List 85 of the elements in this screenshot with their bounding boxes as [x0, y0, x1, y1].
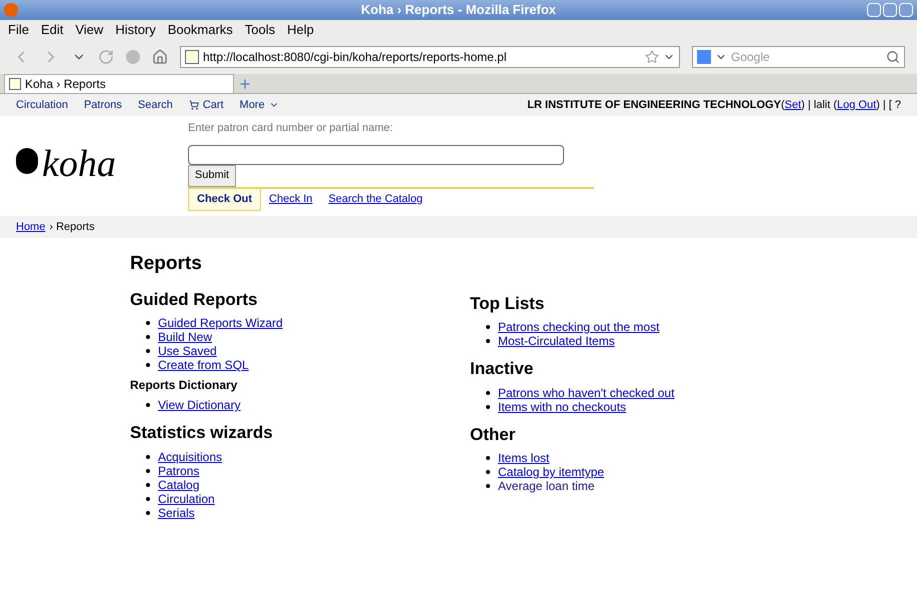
circulation-tab[interactable]: Check Out: [188, 188, 262, 210]
report-link[interactable]: Patrons checking out the most: [498, 320, 660, 334]
login-link[interactable]: Log Out: [836, 96, 876, 114]
page-title: Reports: [130, 252, 203, 276]
menu-item[interactable]: Bookmarks: [168, 20, 233, 40]
login-link[interactable]: Set: [784, 96, 802, 114]
reload-icon[interactable]: [98, 49, 114, 65]
report-link[interactable]: Patrons: [158, 464, 200, 478]
window-title: Koha › Reports - Mozilla Firefox: [361, 1, 556, 20]
window-control-icon[interactable]: [899, 3, 913, 17]
site-icon: [9, 78, 21, 90]
section-heading: Top Lists: [470, 292, 546, 314]
section-heading: Guided Reports: [130, 288, 259, 310]
login-text: (: [780, 98, 785, 113]
menu-item[interactable]: File: [8, 20, 29, 40]
report-link[interactable]: Catalog by itemtype: [498, 465, 604, 479]
breadcrumb-text: › Reports: [49, 220, 95, 235]
bullet-icon: [486, 484, 490, 488]
report-item: Average loan time: [498, 479, 595, 493]
bullet-icon: [146, 403, 150, 407]
bullet-icon: [146, 482, 150, 486]
circulation-tab[interactable]: Check In: [261, 188, 320, 210]
report-link[interactable]: Create from SQL: [158, 358, 249, 372]
section-heading: Statistics wizards: [130, 422, 274, 444]
nav-link[interactable]: Search: [138, 96, 173, 114]
bullet-icon: [146, 496, 150, 500]
new-tab-icon[interactable]: [238, 77, 252, 91]
report-link[interactable]: Items lost: [498, 451, 550, 465]
report-link[interactable]: Patrons who haven't checked out: [498, 386, 674, 400]
breadcrumb-link[interactable]: Home: [16, 218, 46, 236]
engine-logo-icon: [697, 50, 711, 64]
browser-tab[interactable]: Koha › Reports: [4, 74, 234, 93]
nav-link[interactable]: More: [240, 96, 279, 114]
window-control-icon[interactable]: [867, 3, 881, 17]
address-field[interactable]: http://localhost:8080/cgi-bin/koha/reports/reports-home.pl: [180, 46, 680, 68]
firefox-icon: [4, 3, 18, 17]
bullet-icon: [146, 454, 150, 458]
login-name: LR INSTITUTE OF ENGINEERING TECHNOLOGY: [527, 98, 781, 113]
window-control-icon[interactable]: [883, 3, 897, 17]
bullet-icon: [146, 468, 150, 472]
bullet-icon: [486, 404, 490, 408]
login-text: ) | [ ?: [876, 98, 901, 113]
site-icon: [185, 50, 199, 64]
bullet-icon: [486, 325, 490, 329]
nav-link[interactable]: Cart: [188, 96, 224, 114]
search-icon[interactable]: [886, 50, 900, 64]
menu-item[interactable]: History: [115, 20, 156, 40]
bullet-icon: [146, 510, 150, 514]
report-link[interactable]: View Dictionary: [158, 398, 240, 412]
bullet-icon: [486, 470, 490, 474]
login-text: ) | lalit (: [801, 98, 837, 113]
patron-label: Enter patron card number or partial name:: [188, 121, 394, 136]
bullet-icon: [146, 335, 150, 339]
menu-item[interactable]: View: [75, 20, 104, 40]
menu-item[interactable]: Tools: [244, 20, 276, 40]
submit-button[interactable]: Submit: [188, 164, 236, 186]
report-link[interactable]: Guided Reports Wizard: [158, 316, 283, 330]
bullet-icon: [146, 349, 150, 353]
nav-link[interactable]: Patrons: [84, 96, 122, 114]
cart-icon: [188, 100, 199, 110]
report-link[interactable]: Items with no checkouts: [498, 400, 626, 414]
report-link[interactable]: Use Saved: [158, 344, 217, 358]
report-link[interactable]: Serials: [158, 506, 195, 520]
report-link[interactable]: Catalog: [158, 478, 200, 492]
logo-blob-icon: [16, 148, 38, 174]
bullet-icon: [486, 339, 490, 343]
nav-link[interactable]: Circulation: [16, 96, 68, 114]
bullet-icon: [486, 456, 490, 460]
circulation-tab[interactable]: Search the Catalog: [320, 188, 431, 210]
report-link[interactable]: Circulation: [158, 492, 215, 506]
report-link[interactable]: Most-Circulated Items: [498, 334, 615, 348]
logo-text: koha: [42, 142, 116, 187]
bullet-icon: [486, 390, 490, 394]
section-heading: Inactive: [470, 358, 534, 380]
home-icon[interactable]: [152, 49, 168, 65]
bullet-icon: [146, 363, 150, 367]
menu-item[interactable]: Edit: [40, 20, 64, 40]
section-heading: Other: [470, 424, 516, 446]
patron-input-field[interactable]: [188, 144, 564, 164]
bullet-icon: [146, 321, 150, 325]
report-link[interactable]: Build New: [158, 330, 212, 344]
section-subheading: Reports Dictionary: [130, 377, 238, 394]
bookmark-star-icon[interactable]: [645, 50, 659, 64]
report-link[interactable]: Acquisitions: [158, 450, 222, 464]
menu-item[interactable]: Help: [287, 20, 314, 40]
